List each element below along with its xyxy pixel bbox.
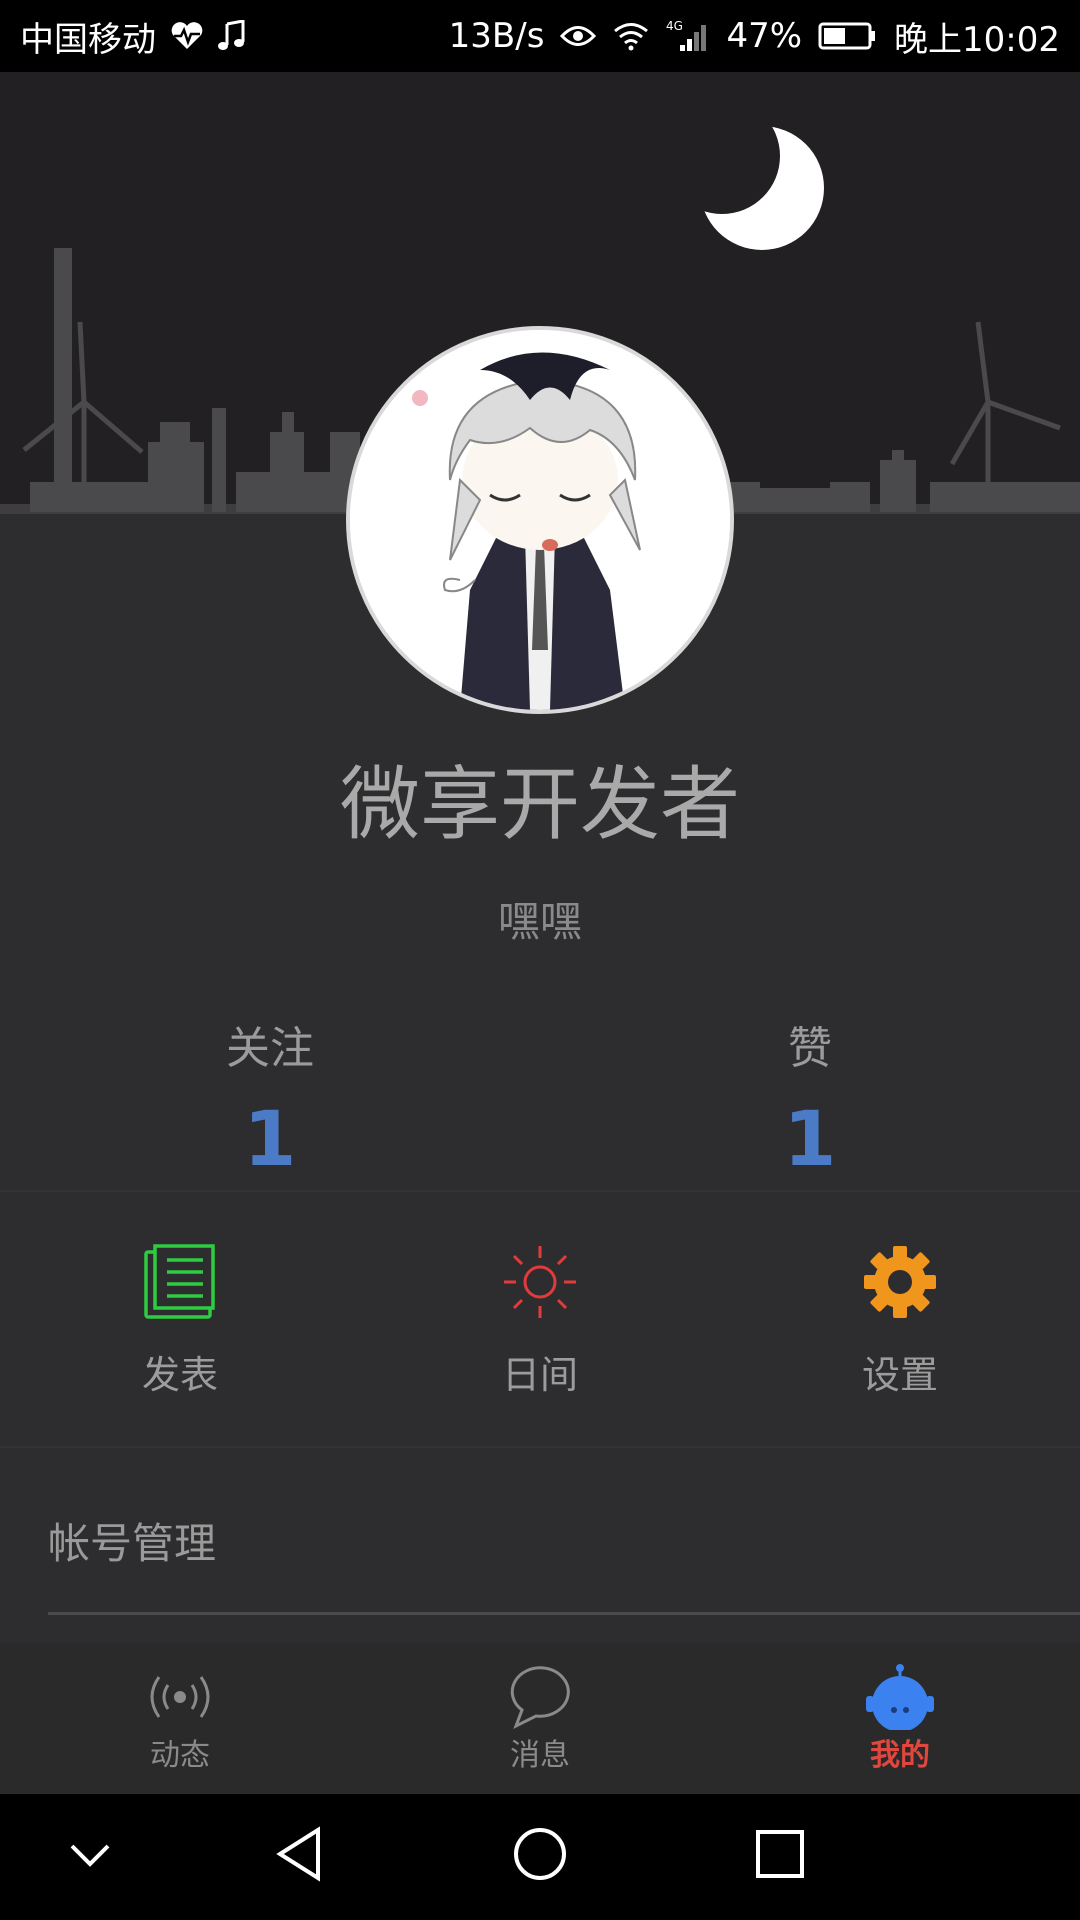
recents-icon[interactable] [752,1824,808,1884]
stat-value: 1 [243,1094,297,1183]
music-note-icon [218,20,246,52]
account-underline [48,1612,1080,1615]
username: 微享开发者 [340,758,740,851]
tab-me[interactable]: 我的 [720,1642,1080,1794]
gear-icon [864,1246,936,1318]
stat-label: 赞 [788,1023,832,1074]
document-icon [144,1244,215,1319]
settings-button[interactable]: 设置 [720,1244,1080,1399]
chat-bubble-icon [510,1666,570,1730]
divider [0,1190,1080,1192]
account-management-label: 帐号管理 [48,1519,217,1568]
publish-button[interactable]: 发表 [0,1244,360,1399]
avatar[interactable] [346,326,734,714]
action-label: 发表 [141,1353,218,1397]
carrier-label: 中国移动 [20,19,156,60]
tab-label: 消息 [510,1738,570,1773]
signal-icon: 4G [666,19,710,53]
sun-icon [504,1246,576,1318]
broadcast-icon [150,1676,210,1718]
day-mode-button[interactable]: 日间 [360,1244,720,1399]
robot-icon [866,1664,934,1730]
battery-icon [818,21,878,51]
heart-rate-icon [170,21,204,51]
status-bar: 中国移动 13B/s 4G 47% 晚上10:02 [0,0,1080,72]
tab-label: 我的 [870,1738,930,1773]
system-nav-bar [0,1794,1080,1920]
clock: 晚上10:02 [894,19,1060,60]
stat-likes[interactable]: 赞 1 [540,1012,1080,1183]
home-icon[interactable] [510,1824,570,1884]
svg-text:4G: 4G [666,19,683,33]
back-icon[interactable] [272,1824,328,1884]
chevron-down-icon[interactable] [66,1824,114,1884]
eye-icon [560,23,597,49]
tab-feed[interactable]: 动态 [0,1642,360,1794]
tab-messages[interactable]: 消息 [360,1642,720,1794]
moon-icon [664,98,824,250]
battery-percent: 47% [726,16,803,56]
signature: 嘿嘿 [497,897,582,946]
bottom-tab-bar: 动态 消息 我的 [0,1642,1080,1794]
net-speed: 13B/s [448,16,545,56]
stat-following[interactable]: 关注 1 [0,1012,540,1183]
wifi-icon [612,21,650,51]
account-management-row[interactable]: 帐号管理 [0,1448,1080,1618]
stat-label: 关注 [226,1023,314,1074]
stat-value: 1 [783,1094,837,1183]
action-label: 设置 [861,1353,938,1397]
action-label: 日间 [501,1353,578,1397]
tab-label: 动态 [150,1738,210,1773]
